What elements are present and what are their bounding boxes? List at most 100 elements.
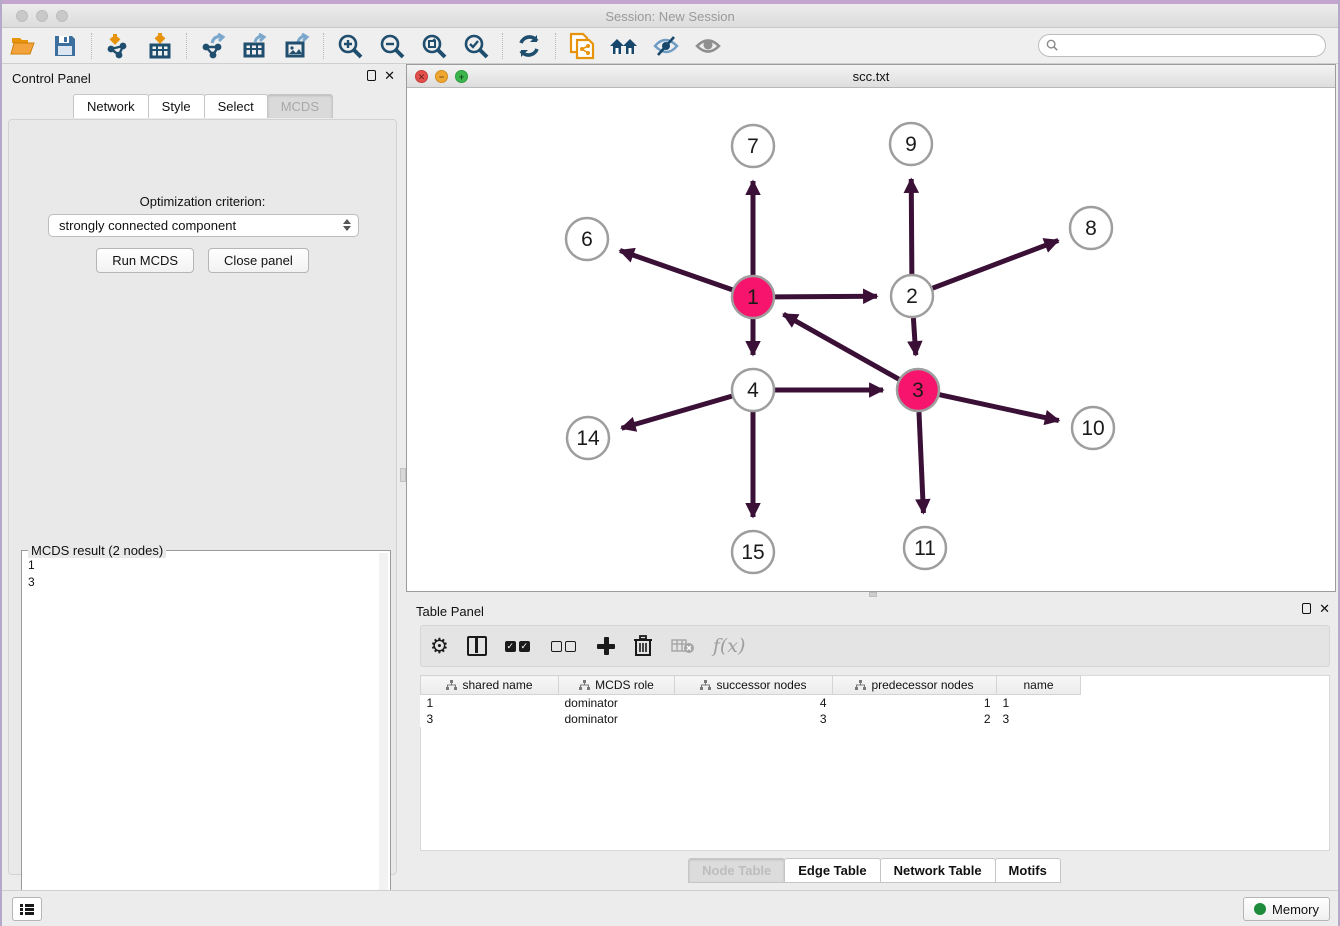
show-column-panel-icon[interactable]: [467, 636, 487, 656]
function-builder-icon: f(x): [713, 635, 746, 657]
memory-button[interactable]: Memory: [1243, 897, 1330, 921]
table-header-row: shared name MCDS role successor nodes pr…: [421, 676, 1081, 695]
search-box: [1038, 34, 1326, 57]
cell-name[interactable]: 3: [997, 711, 1081, 727]
graph-edge-4-14[interactable]: [622, 396, 732, 428]
deselect-all-checkboxes-icon[interactable]: [551, 641, 579, 652]
column-header-shared-name[interactable]: shared name: [421, 676, 559, 695]
import-table-icon[interactable]: [145, 32, 175, 60]
control-panel: Control Panel ✕ Network Style Select MCD…: [2, 64, 403, 880]
graph-node-label-3: 3: [912, 379, 924, 402]
graph-node-label-2: 2: [906, 285, 918, 308]
criterion-value: strongly connected component: [59, 218, 236, 233]
network-window-titlebar[interactable]: ✕ − + scc.txt: [407, 65, 1335, 88]
table-row[interactable]: 3 dominator 3 2 3: [421, 711, 1081, 727]
zoom-fit-icon[interactable]: [419, 32, 449, 60]
graph-node-label-6: 6: [581, 228, 593, 251]
graph-node-label-1: 1: [747, 286, 759, 309]
graph-edge-2-8[interactable]: [933, 240, 1059, 288]
mcds-result-text[interactable]: 1 3: [24, 557, 376, 591]
graph-node-label-14: 14: [576, 427, 600, 450]
cell-shared-name[interactable]: 1: [421, 695, 559, 712]
toolbar-separator: [555, 33, 556, 59]
memory-label: Memory: [1272, 902, 1319, 917]
search-input[interactable]: [1038, 34, 1326, 57]
graph-node-label-4: 4: [747, 379, 759, 402]
mcds-result-title: MCDS result (2 nodes): [28, 543, 166, 558]
result-scrollbar[interactable]: [379, 553, 388, 925]
cell-successor-nodes[interactable]: 4: [675, 695, 833, 712]
column-header-successor-nodes[interactable]: successor nodes: [675, 676, 833, 695]
run-mcds-button[interactable]: Run MCDS: [96, 248, 194, 273]
zoom-out-icon[interactable]: [377, 32, 407, 60]
float-table-panel-icon[interactable]: [1302, 603, 1311, 614]
cell-shared-name[interactable]: 3: [421, 711, 559, 727]
table-row[interactable]: 1 dominator 4 1 1: [421, 695, 1081, 712]
cell-predecessor-nodes[interactable]: 1: [833, 695, 997, 712]
app-titlebar: Session: New Session: [2, 4, 1338, 28]
first-neighbors-icon[interactable]: [609, 32, 639, 60]
graph-edge-3-1[interactable]: [783, 314, 898, 379]
open-file-icon[interactable]: [8, 32, 38, 60]
tab-style[interactable]: Style: [148, 94, 205, 118]
apply-layout-icon[interactable]: [514, 32, 544, 60]
hide-selected-icon[interactable]: [651, 32, 681, 60]
graph-edge-3-11[interactable]: [919, 412, 923, 513]
search-icon: [1046, 39, 1058, 51]
tab-mcds[interactable]: MCDS: [267, 94, 333, 118]
list-icon: [20, 903, 34, 915]
export-network-icon[interactable]: [198, 32, 228, 60]
graph-edge-1-2[interactable]: [775, 296, 877, 297]
zoom-in-icon[interactable]: [335, 32, 365, 60]
close-table-panel-icon[interactable]: ✕: [1319, 603, 1330, 614]
graph-edge-1-6[interactable]: [620, 251, 732, 290]
tab-node-table[interactable]: Node Table: [688, 858, 785, 883]
network-canvas[interactable]: 1234678910111415: [407, 88, 1335, 591]
node-table: shared name MCDS role successor nodes pr…: [420, 675, 1081, 727]
graph-edge-2-9[interactable]: [911, 179, 912, 274]
clone-network-icon[interactable]: [567, 32, 597, 60]
cell-mcds-role[interactable]: dominator: [559, 695, 675, 712]
zoom-selected-icon[interactable]: [461, 32, 491, 60]
export-image-icon[interactable]: [282, 32, 312, 60]
tab-network-table[interactable]: Network Table: [880, 858, 996, 883]
show-all-icon[interactable]: [693, 32, 723, 60]
graph-node-label-8: 8: [1085, 217, 1097, 240]
delete-column-icon[interactable]: [633, 635, 653, 657]
memory-status-icon: [1254, 903, 1266, 915]
graph-node-label-11: 11: [914, 537, 936, 560]
cell-mcds-role[interactable]: dominator: [559, 711, 675, 727]
task-history-button[interactable]: [12, 897, 42, 921]
column-header-predecessor-nodes[interactable]: predecessor nodes: [833, 676, 997, 695]
import-network-icon[interactable]: [103, 32, 133, 60]
table-tabs: Node Table Edge Table Network Table Moti…: [406, 858, 1340, 883]
export-table-icon[interactable]: [240, 32, 270, 60]
criterion-dropdown[interactable]: strongly connected component: [48, 214, 359, 237]
optimization-criterion-label: Optimization criterion:: [9, 194, 396, 209]
network-graph[interactable]: 1234678910111415: [407, 88, 1335, 591]
column-header-name[interactable]: name: [997, 676, 1081, 695]
float-panel-icon[interactable]: [367, 70, 376, 81]
graph-edge-3-10[interactable]: [939, 395, 1058, 421]
app-title: Session: New Session: [2, 9, 1338, 24]
add-column-icon[interactable]: [597, 637, 615, 655]
tab-network[interactable]: Network: [73, 94, 149, 118]
table-panel-header: Table Panel ✕: [406, 597, 1340, 623]
tab-edge-table[interactable]: Edge Table: [784, 858, 880, 883]
column-header-mcds-role[interactable]: MCDS role: [559, 676, 675, 695]
tab-select[interactable]: Select: [204, 94, 268, 118]
cell-name[interactable]: 1: [997, 695, 1081, 712]
close-panel-icon[interactable]: ✕: [384, 70, 395, 81]
network-window-title: scc.txt: [407, 69, 1335, 84]
cell-predecessor-nodes[interactable]: 2: [833, 711, 997, 727]
graph-edge-2-3[interactable]: [913, 318, 915, 355]
close-panel-button[interactable]: Close panel: [208, 248, 309, 273]
toolbar-separator: [323, 33, 324, 59]
select-all-checkboxes-icon[interactable]: ✓✓: [505, 641, 533, 652]
table-panel-title: Table Panel: [416, 604, 484, 619]
save-session-icon[interactable]: [50, 32, 80, 60]
cell-successor-nodes[interactable]: 3: [675, 711, 833, 727]
tab-motifs[interactable]: Motifs: [995, 858, 1061, 883]
settings-gear-icon[interactable]: ⚙: [430, 634, 449, 658]
graph-node-label-9: 9: [905, 133, 917, 156]
